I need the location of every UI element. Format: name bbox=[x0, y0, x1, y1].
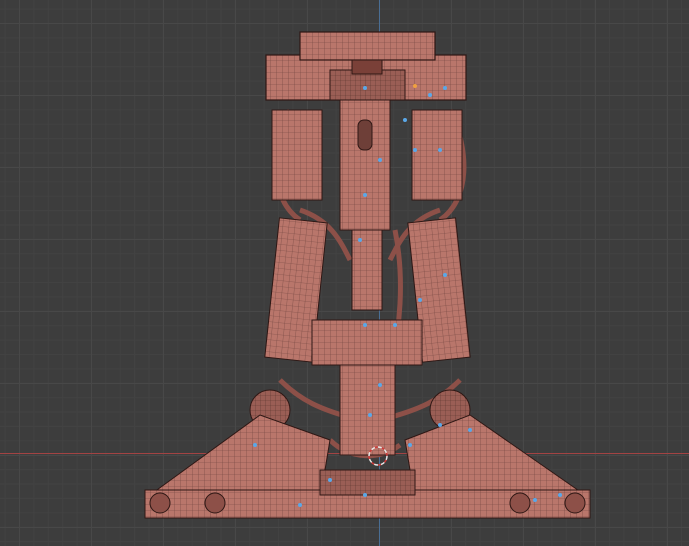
active-vertex bbox=[413, 84, 417, 88]
top-housing bbox=[265, 31, 467, 101]
mech-leg-mesh-icon[interactable] bbox=[0, 0, 689, 546]
lower-assembly bbox=[144, 364, 591, 519]
3d-viewport[interactable] bbox=[0, 0, 689, 546]
mid-legs bbox=[264, 217, 471, 366]
